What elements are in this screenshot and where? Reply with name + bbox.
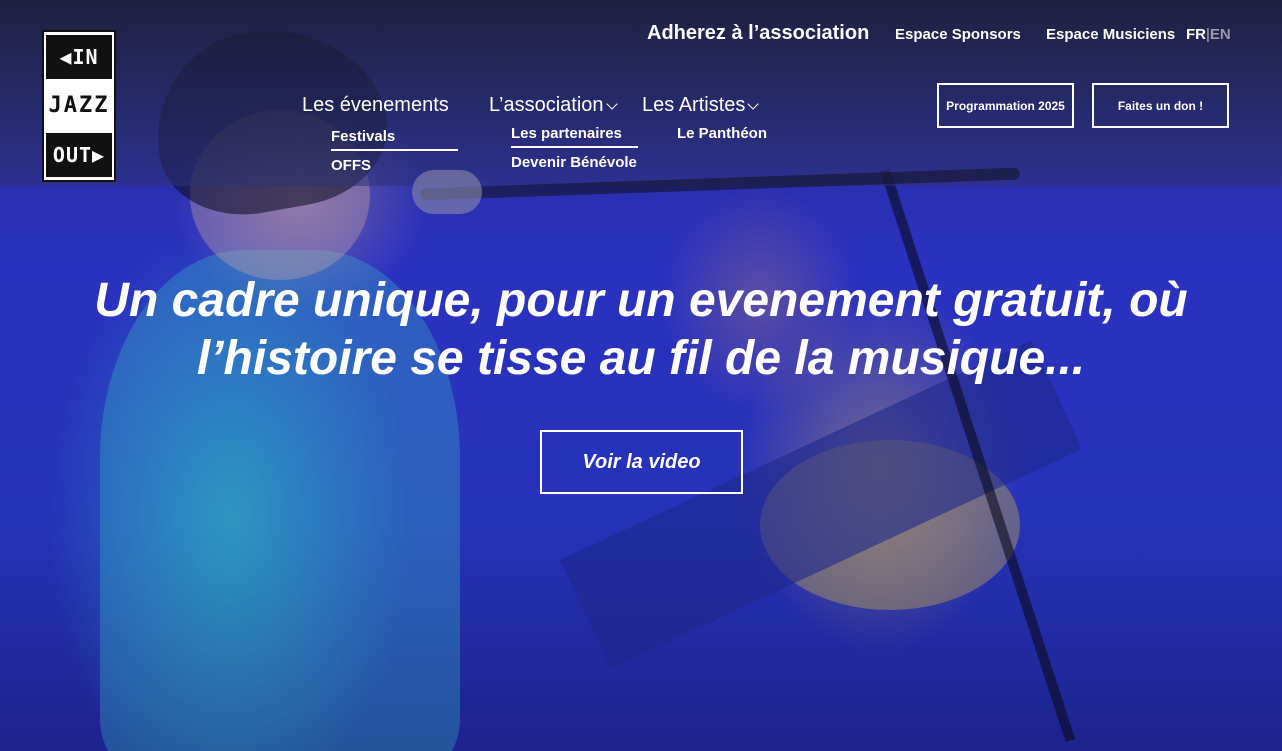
language-switcher: FR|EN <box>1186 26 1231 43</box>
lang-en-link[interactable]: EN <box>1210 26 1231 43</box>
musicians-space-link[interactable]: Espace Musiciens <box>1046 26 1175 50</box>
hero-background-keyboard <box>560 340 1082 669</box>
logo-bottom-block: OUT ▶ <box>46 133 112 177</box>
donation-button[interactable]: Faites un don ! <box>1092 83 1229 128</box>
logo-middle-text: JAZZ <box>48 93 110 118</box>
chevron-down-icon <box>747 98 760 110</box>
join-association-link[interactable]: Adherez à l’association <box>647 22 869 46</box>
hero-title: Un cadre unique, pour un evenement gratu… <box>94 274 1188 385</box>
programmation-button[interactable]: Programmation 2025 <box>937 83 1074 128</box>
hero-background-guitar <box>760 440 1020 610</box>
nav-artistes[interactable]: Les Artistes <box>642 94 760 117</box>
nav-evenements[interactable]: Les évenements <box>302 94 449 117</box>
subnav-offs[interactable]: OFFS <box>331 157 371 174</box>
subnav-festivals[interactable]: Festivals <box>331 128 458 151</box>
subnav-pantheon[interactable]: Le Panthéon <box>677 125 767 142</box>
lang-fr-link[interactable]: FR <box>1186 26 1206 43</box>
watch-video-button[interactable]: Voir la video <box>540 430 743 494</box>
logo-top-block: ◀ IN <box>46 35 112 79</box>
site-logo[interactable]: ◀ IN JAZZ OUT ▶ <box>42 30 116 182</box>
hero-background-mic-stand <box>880 168 1076 743</box>
chevron-down-icon <box>605 98 618 110</box>
hero-section: ◀ IN JAZZ OUT ▶ Adherez à l’association Es… <box>0 0 1282 751</box>
nav-artistes-label: Les Artistes <box>642 94 746 116</box>
nav-association[interactable]: L’association <box>489 94 618 117</box>
subnav-devenir-benevole[interactable]: Devenir Bénévole <box>511 154 637 171</box>
subnav-partenaires[interactable]: Les partenaires <box>511 125 638 148</box>
nav-association-label: L’association <box>489 94 604 116</box>
sponsors-space-link[interactable]: Espace Sponsors <box>895 26 1021 50</box>
